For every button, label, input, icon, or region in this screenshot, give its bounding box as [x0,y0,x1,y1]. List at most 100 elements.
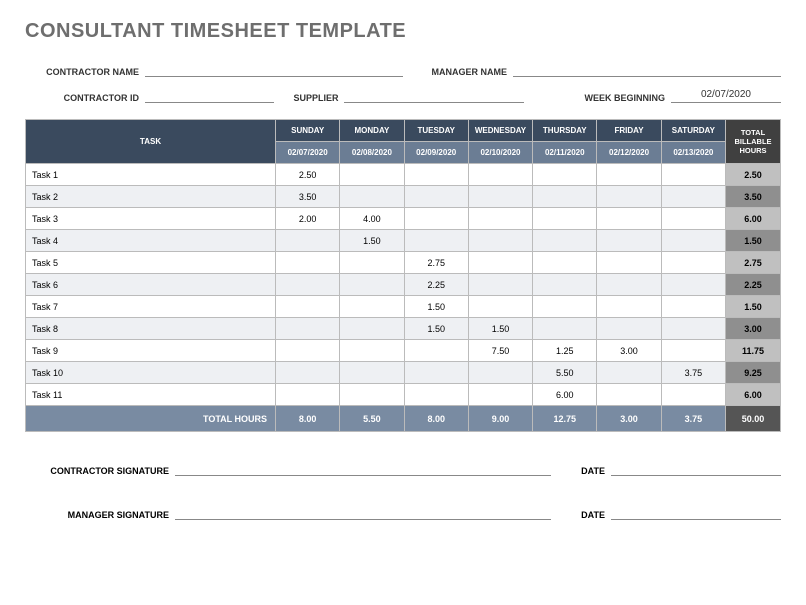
task-cell[interactable]: Task 6 [26,274,276,296]
hours-cell[interactable] [340,340,404,362]
hours-cell[interactable]: 3.50 [276,186,340,208]
hours-cell[interactable] [276,318,340,340]
hours-cell[interactable]: 6.00 [533,384,597,406]
hours-cell[interactable]: 2.75 [404,252,468,274]
manager-date-input[interactable] [611,506,781,520]
day-header: SUNDAY [276,120,340,142]
hours-cell[interactable] [276,296,340,318]
hours-cell[interactable]: 1.50 [404,318,468,340]
hours-cell[interactable] [533,274,597,296]
hours-cell[interactable]: 2.25 [404,274,468,296]
hours-cell[interactable] [468,230,532,252]
hours-cell[interactable]: 3.00 [597,340,661,362]
hours-cell[interactable] [597,230,661,252]
hours-cell[interactable] [404,340,468,362]
hours-cell[interactable] [468,274,532,296]
hours-cell[interactable] [597,274,661,296]
row-total: 2.25 [726,274,781,296]
hours-cell[interactable] [276,274,340,296]
hours-cell[interactable] [468,164,532,186]
hours-cell[interactable] [340,296,404,318]
hours-cell[interactable] [533,318,597,340]
hours-cell[interactable] [597,186,661,208]
contractor-signature-input[interactable] [175,462,551,476]
hours-cell[interactable] [468,384,532,406]
hours-cell[interactable]: 2.00 [276,208,340,230]
hours-cell[interactable] [597,164,661,186]
hours-cell[interactable] [404,208,468,230]
hours-cell[interactable] [404,362,468,384]
manager-name-input[interactable] [513,63,781,77]
hours-cell[interactable]: 1.25 [533,340,597,362]
hours-cell[interactable] [340,164,404,186]
hours-cell[interactable] [533,208,597,230]
hours-cell[interactable]: 1.50 [468,318,532,340]
hours-cell[interactable] [468,252,532,274]
task-cell[interactable]: Task 10 [26,362,276,384]
hours-cell[interactable] [404,186,468,208]
hours-cell[interactable] [533,252,597,274]
hours-cell[interactable] [533,186,597,208]
hours-cell[interactable] [468,186,532,208]
hours-cell[interactable]: 4.00 [340,208,404,230]
hours-cell[interactable] [661,252,725,274]
hours-cell[interactable] [276,252,340,274]
hours-cell[interactable] [661,318,725,340]
hours-cell[interactable] [597,362,661,384]
hours-cell[interactable]: 5.50 [533,362,597,384]
hours-cell[interactable]: 7.50 [468,340,532,362]
hours-cell[interactable]: 1.50 [340,230,404,252]
task-cell[interactable]: Task 8 [26,318,276,340]
hours-cell[interactable] [340,362,404,384]
hours-cell[interactable] [533,296,597,318]
task-cell[interactable]: Task 1 [26,164,276,186]
hours-cell[interactable] [661,230,725,252]
contractor-date-input[interactable] [611,462,781,476]
contractor-id-input[interactable] [145,89,274,103]
task-cell[interactable]: Task 2 [26,186,276,208]
hours-cell[interactable] [661,208,725,230]
task-cell[interactable]: Task 11 [26,384,276,406]
task-cell[interactable]: Task 3 [26,208,276,230]
hours-cell[interactable]: 1.50 [404,296,468,318]
hours-cell[interactable] [661,164,725,186]
hours-cell[interactable] [404,164,468,186]
hours-cell[interactable] [468,208,532,230]
hours-cell[interactable] [276,384,340,406]
hours-cell[interactable] [533,230,597,252]
hours-cell[interactable] [276,362,340,384]
hours-cell[interactable] [340,186,404,208]
task-cell[interactable]: Task 7 [26,296,276,318]
hours-cell[interactable] [597,252,661,274]
hours-cell[interactable] [404,230,468,252]
hours-cell[interactable] [468,362,532,384]
task-cell[interactable]: Task 5 [26,252,276,274]
hours-cell[interactable] [661,296,725,318]
hours-cell[interactable]: 3.75 [661,362,725,384]
hours-cell[interactable] [661,186,725,208]
hours-cell[interactable] [533,164,597,186]
hours-cell[interactable] [340,252,404,274]
hours-cell[interactable]: 2.50 [276,164,340,186]
task-cell[interactable]: Task 4 [26,230,276,252]
hours-cell[interactable] [340,318,404,340]
hours-cell[interactable] [661,384,725,406]
manager-signature-input[interactable] [175,506,551,520]
hours-cell[interactable] [276,340,340,362]
total-billable-header: TOTAL BILLABLE HOURS [726,120,781,164]
hours-cell[interactable] [276,230,340,252]
task-cell[interactable]: Task 9 [26,340,276,362]
hours-cell[interactable] [340,384,404,406]
hours-cell[interactable] [661,340,725,362]
contractor-name-input[interactable] [145,63,403,77]
hours-cell[interactable] [340,274,404,296]
hours-cell[interactable] [404,384,468,406]
hours-cell[interactable] [597,296,661,318]
hours-cell[interactable] [661,274,725,296]
hours-cell[interactable] [597,208,661,230]
week-beginning-input[interactable]: 02/07/2020 [671,89,781,103]
hours-cell[interactable] [468,296,532,318]
hours-cell[interactable] [597,318,661,340]
hours-cell[interactable] [597,384,661,406]
supplier-input[interactable] [344,89,523,103]
